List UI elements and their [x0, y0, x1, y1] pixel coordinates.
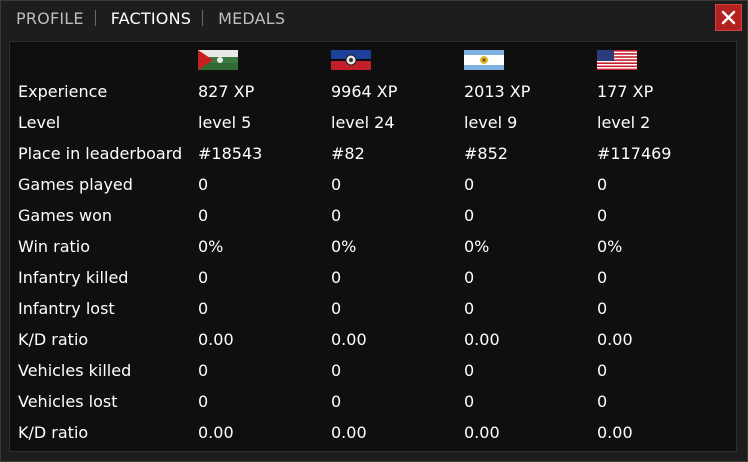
- stat-value: 0: [331, 299, 342, 318]
- stat-label: Infantry lost: [18, 299, 115, 318]
- stat-value: 0: [597, 175, 608, 194]
- stat-value: 0: [198, 361, 209, 380]
- tab-profile[interactable]: PROFILE: [1, 9, 95, 28]
- tab-factions[interactable]: FACTIONS: [96, 9, 202, 28]
- stat-label: Games won: [18, 206, 113, 225]
- stat-row-infantry-lost: Infantry lost 0 0 0 0: [10, 293, 738, 324]
- stat-value: 0.00: [331, 330, 367, 349]
- stat-value: 2013 XP: [464, 82, 531, 101]
- faction-flag-usa-icon: [597, 50, 637, 70]
- stat-value: level 24: [331, 113, 395, 132]
- faction-stats-window: PROFILE FACTIONS MEDALS Experience 827 X…: [0, 0, 748, 462]
- stat-value: 827 XP: [198, 82, 255, 101]
- stat-value: 0: [331, 361, 342, 380]
- stat-value: 9964 XP: [331, 82, 398, 101]
- stat-row-games-won: Games won 0 0 0 0: [10, 200, 738, 231]
- close-x-icon: [721, 10, 736, 25]
- stat-value: 0: [198, 175, 209, 194]
- stat-label: Vehicles killed: [18, 361, 132, 380]
- stat-value: level 9: [464, 113, 518, 132]
- stat-value: 177 XP: [597, 82, 654, 101]
- stat-value: 0: [331, 206, 342, 225]
- stat-label: Vehicles lost: [18, 392, 118, 411]
- faction-stats-panel: Experience 827 XP 9964 XP 2013 XP 177 XP…: [9, 41, 737, 452]
- stat-value: #18543: [198, 144, 263, 163]
- stat-label: Infantry killed: [18, 268, 129, 287]
- stat-label: K/D ratio: [18, 423, 89, 442]
- stat-value: 0.00: [464, 330, 500, 349]
- close-button[interactable]: [715, 4, 742, 31]
- stat-value: 0: [597, 206, 608, 225]
- stat-value: 0: [198, 206, 209, 225]
- stat-value: 0: [464, 268, 475, 287]
- stat-label: K/D ratio: [18, 330, 89, 349]
- stat-value: 0%: [464, 237, 490, 256]
- tab-medals[interactable]: MEDALS: [203, 9, 296, 28]
- stat-row-vehicles-killed: Vehicles killed 0 0 0 0: [10, 355, 738, 386]
- stat-row-level: Level level 5 level 24 level 9 level 2: [10, 107, 738, 138]
- stat-value: 0: [464, 206, 475, 225]
- stat-value: 0%: [198, 237, 224, 256]
- stat-value: 0: [331, 268, 342, 287]
- stat-value: 0.00: [198, 330, 234, 349]
- stat-value: 0: [597, 268, 608, 287]
- stat-label: Experience: [18, 82, 108, 101]
- stat-value: 0.00: [198, 423, 234, 442]
- stat-label: Place in leaderboard: [18, 144, 183, 163]
- stat-label: Level: [18, 113, 61, 132]
- stat-label: Win ratio: [18, 237, 91, 256]
- stat-value: 0.00: [464, 423, 500, 442]
- stat-row-infantry-kd-ratio: K/D ratio 0.00 0.00 0.00 0.00: [10, 324, 738, 355]
- stat-row-vehicles-lost: Vehicles lost 0 0 0 0: [10, 386, 738, 417]
- stat-value: level 2: [597, 113, 651, 132]
- stat-value: 0: [597, 361, 608, 380]
- stat-row-win-ratio: Win ratio 0% 0% 0% 0%: [10, 231, 738, 262]
- stat-label: Games played: [18, 175, 133, 194]
- stat-value: 0: [198, 392, 209, 411]
- stat-value: 0: [331, 392, 342, 411]
- stat-row-leaderboard-place: Place in leaderboard #18543 #82 #852 #11…: [10, 138, 738, 169]
- stat-value: 0: [597, 392, 608, 411]
- stat-value: 0: [464, 175, 475, 194]
- stat-row-infantry-killed: Infantry killed 0 0 0 0: [10, 262, 738, 293]
- stat-value: level 5: [198, 113, 252, 132]
- faction-flag-blue-red-emblem-icon: [331, 50, 371, 70]
- stat-value: 0: [464, 299, 475, 318]
- stat-value: 0.00: [597, 423, 633, 442]
- stat-value: 0: [597, 299, 608, 318]
- faction-flag-light-blue-white-emblem-icon: [464, 50, 504, 70]
- stat-value: #117469: [597, 144, 672, 163]
- stat-row-games-played: Games played 0 0 0 0: [10, 169, 738, 200]
- faction-flag-green-white-red-icon: [198, 50, 238, 70]
- stat-value: 0: [464, 361, 475, 380]
- stat-value: 0: [198, 299, 209, 318]
- stat-value: 0: [464, 392, 475, 411]
- stat-value: #82: [331, 144, 365, 163]
- stat-row-vehicles-kd-ratio: K/D ratio 0.00 0.00 0.00 0.00: [10, 417, 738, 448]
- stat-value: 0: [198, 268, 209, 287]
- stat-row-experience: Experience 827 XP 9964 XP 2013 XP 177 XP: [10, 76, 738, 107]
- stat-value: 0: [331, 175, 342, 194]
- stat-value: #852: [464, 144, 508, 163]
- stat-value: 0.00: [331, 423, 367, 442]
- stat-value: 0%: [331, 237, 357, 256]
- stat-value: 0.00: [597, 330, 633, 349]
- tab-bar: PROFILE FACTIONS MEDALS: [1, 1, 747, 35]
- stat-value: 0%: [597, 237, 623, 256]
